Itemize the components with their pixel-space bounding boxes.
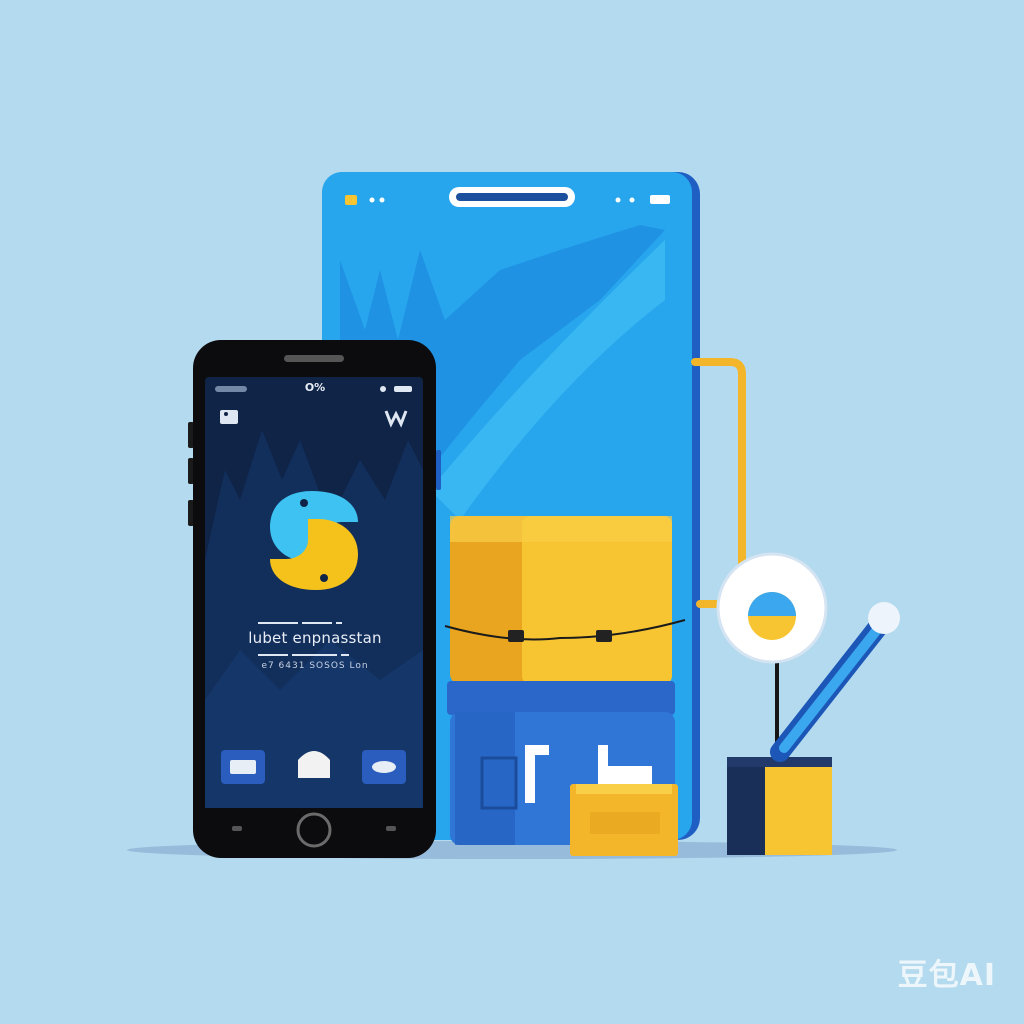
pen-holder [727, 757, 832, 855]
nav-left-icon[interactable] [221, 750, 265, 784]
phone [188, 340, 441, 858]
phone-status-time: O% [304, 381, 326, 394]
app-title: lubet enpnasstan [248, 629, 382, 647]
profile-icon[interactable] [220, 410, 238, 424]
watermark: 豆包AI [897, 958, 996, 993]
python-logo-icon [270, 491, 358, 590]
tablet-battery-icon [650, 195, 670, 204]
tablet-status-icon [345, 195, 357, 205]
illustration-scene [127, 172, 900, 859]
nav-right-icon[interactable] [362, 750, 406, 784]
app-subtitle: e7 6431 SOSOS Lon [261, 661, 369, 671]
